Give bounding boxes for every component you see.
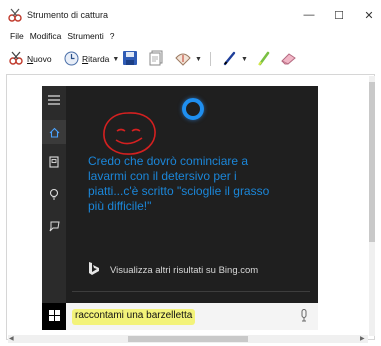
hamburger-icon[interactable]	[42, 88, 66, 112]
feedback-icon[interactable]	[42, 214, 66, 238]
microphone-icon[interactable]	[300, 309, 308, 324]
menu-file[interactable]: File	[10, 31, 24, 45]
new-label-rest: uovo	[33, 54, 52, 64]
eraser-icon	[280, 50, 298, 68]
windows-icon	[48, 310, 60, 323]
title-bar: Strumento di cattura — ☐ ✕	[0, 0, 381, 30]
send-icon	[174, 50, 192, 68]
menu-strumenti[interactable]: Strumenti	[67, 31, 103, 45]
menu-help[interactable]: ?	[110, 31, 115, 45]
delay-label-rest: itarda	[88, 54, 110, 64]
pen-icon	[222, 50, 238, 68]
cortana-circle-icon	[182, 98, 204, 120]
send-button[interactable]: ▼	[174, 50, 202, 68]
vertical-scrollbar[interactable]	[369, 76, 375, 336]
search-query-text: raccontami una barzelletta	[72, 309, 196, 325]
delay-icon	[64, 51, 79, 68]
eraser-button[interactable]	[280, 50, 298, 68]
bing-link-text: Visualizza altri risultati su Bing.com	[110, 264, 259, 276]
toolbar-separator	[210, 52, 211, 66]
captured-cortana-panel: Credo che dovrò cominciare a lavarmi con…	[42, 86, 318, 330]
divider	[72, 291, 310, 292]
cortana-sidebar	[42, 86, 66, 330]
minimize-button[interactable]: —	[295, 4, 323, 26]
save-button[interactable]	[122, 50, 138, 68]
menu-modifica[interactable]: Modifica	[30, 31, 62, 45]
snipping-tool-icon	[8, 8, 22, 22]
windows-start-button[interactable]	[42, 303, 66, 330]
cortana-search-box[interactable]: raccontami una barzelletta	[66, 303, 318, 330]
copy-icon	[148, 50, 164, 68]
home-icon[interactable]	[42, 120, 66, 144]
pen-button[interactable]: ▼	[222, 50, 248, 68]
bing-results-link[interactable]: Visualizza altri risultati su Bing.com	[88, 261, 259, 279]
lightbulb-icon[interactable]	[42, 182, 66, 206]
chevron-down-icon: ▼	[195, 55, 202, 63]
chevron-down-icon: ▼	[112, 55, 120, 63]
copy-button[interactable]	[148, 50, 164, 68]
maximize-button[interactable]: ☐	[325, 4, 353, 26]
cortana-joke-text: Credo che dovrò cominciare a lavarmi con…	[88, 154, 270, 213]
delay-button[interactable]: Ritarda ▼	[64, 50, 119, 68]
vertical-scroll-thumb[interactable]	[369, 82, 375, 242]
new-snip-button[interactable]: Nuovo	[8, 50, 52, 68]
red-smiley-annotation	[100, 110, 160, 160]
horizontal-scroll-thumb[interactable]	[128, 336, 248, 342]
new-snip-icon	[8, 50, 24, 68]
toolbar: Nuovo Ritarda ▼ ▼ ▼	[0, 46, 381, 72]
window-title: Strumento di cattura	[27, 10, 109, 20]
menu-bar: File Modifica Strumenti ?	[0, 31, 381, 45]
close-button[interactable]: ✕	[355, 4, 381, 26]
scroll-left-arrow-icon[interactable]: ◀	[9, 335, 14, 342]
highlighter-button[interactable]	[256, 50, 272, 68]
chevron-down-icon: ▼	[241, 55, 248, 63]
bing-icon	[88, 261, 100, 279]
notebook-icon[interactable]	[42, 150, 66, 174]
save-icon	[122, 50, 138, 68]
horizontal-scrollbar[interactable]: ◀ ▶	[8, 335, 368, 343]
highlighter-icon	[256, 50, 272, 68]
scroll-right-arrow-icon[interactable]: ▶	[360, 335, 365, 342]
snipping-tool-window: Strumento di cattura — ☐ ✕ File Modifica…	[0, 0, 381, 346]
